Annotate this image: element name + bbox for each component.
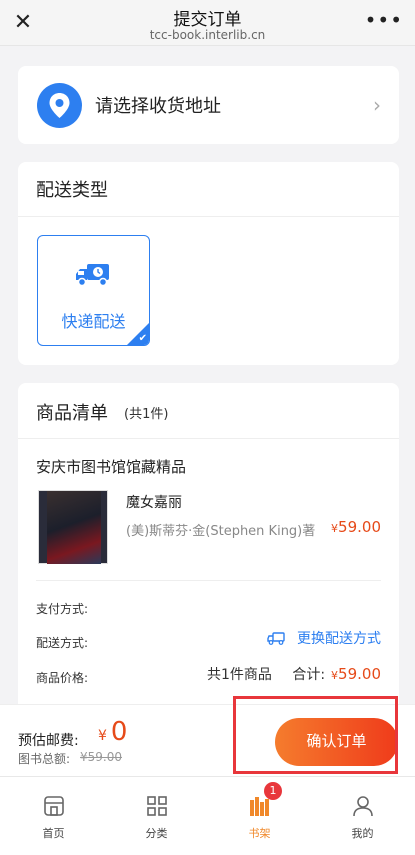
goods-count: (共1件)	[124, 407, 169, 422]
total-symbol: ¥	[331, 669, 339, 682]
truck-icon	[267, 631, 285, 649]
delivery-type-card: 配送类型 快递配送 ✔	[18, 162, 399, 365]
change-delivery-label: 更换配送方式	[297, 631, 381, 647]
book-total-value: ¥59.00	[80, 750, 122, 764]
divider	[36, 580, 381, 581]
tab-label: 分类	[145, 827, 168, 840]
delivery-type-heading: 配送类型	[36, 180, 108, 201]
order-total: 合计: ¥59.00	[292, 664, 381, 684]
page-url: tcc-book.interlib.cn	[149, 28, 266, 42]
location-pin-icon	[37, 83, 82, 128]
book-cover-image[interactable]	[38, 490, 108, 564]
checkout-bar: 预估邮费: ¥0 图书总额: ¥59.00 确认订单	[0, 704, 415, 776]
address-label: 请选择收货地址	[95, 96, 221, 117]
tab-label: 首页	[42, 827, 65, 840]
confirm-order-button[interactable]: 确认订单	[275, 718, 398, 766]
delivery-option-express[interactable]: 快递配送 ✔	[37, 235, 150, 346]
postage-value: 0	[110, 717, 128, 747]
item-count: 共1件商品	[207, 667, 272, 683]
bottom-tab-bar: 首页 分类 1 书架 我的	[0, 776, 415, 855]
page-title: 提交订单	[173, 10, 242, 30]
bookshelf-badge: 1	[264, 782, 282, 800]
tab-label: 我的	[351, 827, 374, 840]
book-price: ¥59.00	[331, 518, 381, 536]
delivery-method-label: 配送方式:	[36, 636, 89, 650]
tab-label: 书架	[248, 827, 271, 840]
book-total-label: 图书总额:	[18, 752, 71, 766]
estimated-postage-label: 预估邮费:	[18, 733, 79, 749]
goods-list-card: 商品清单 (共1件) 安庆市图书馆馆藏精品 魔女嘉丽 (美)斯蒂芬·金(Step…	[18, 383, 399, 713]
tab-home[interactable]: 首页	[2, 777, 105, 855]
check-icon: ✔	[138, 333, 147, 344]
address-selector[interactable]: 请选择收货地址 ›	[18, 66, 399, 144]
book-cover-art	[47, 491, 101, 564]
divider	[18, 216, 399, 217]
tab-category[interactable]: 分类	[105, 777, 208, 855]
title-bar: ✕ 提交订单 tcc-book.interlib.cn •••	[0, 0, 415, 46]
chevron-right-icon: ›	[373, 93, 381, 117]
grid-icon	[145, 794, 169, 818]
tab-bookshelf[interactable]: 1 书架	[208, 777, 311, 855]
truck-icon	[75, 260, 113, 292]
total-amount: 59.00	[338, 665, 381, 683]
total-label: 合计:	[292, 667, 326, 683]
postage-currency: ¥	[98, 728, 107, 744]
book-author: (美)斯蒂芬·金(Stephen King)著	[126, 524, 316, 539]
payment-method-label: 支付方式:	[36, 602, 89, 616]
book-price-amount: 59.00	[338, 518, 381, 536]
tab-mine[interactable]: 我的	[311, 777, 414, 855]
item-price-label: 商品价格:	[36, 671, 89, 685]
home-icon	[42, 794, 66, 818]
change-delivery-link[interactable]: 更换配送方式	[267, 628, 381, 649]
estimated-postage-amount: ¥0	[98, 717, 127, 747]
goods-heading: 商品清单	[36, 403, 108, 424]
user-icon	[351, 794, 375, 818]
divider	[18, 438, 399, 439]
book-title[interactable]: 魔女嘉丽	[126, 492, 182, 512]
more-menu-icon[interactable]: •••	[365, 8, 403, 32]
book-price-symbol: ¥	[331, 522, 339, 535]
library-name: 安庆市图书馆馆藏精品	[36, 458, 187, 476]
